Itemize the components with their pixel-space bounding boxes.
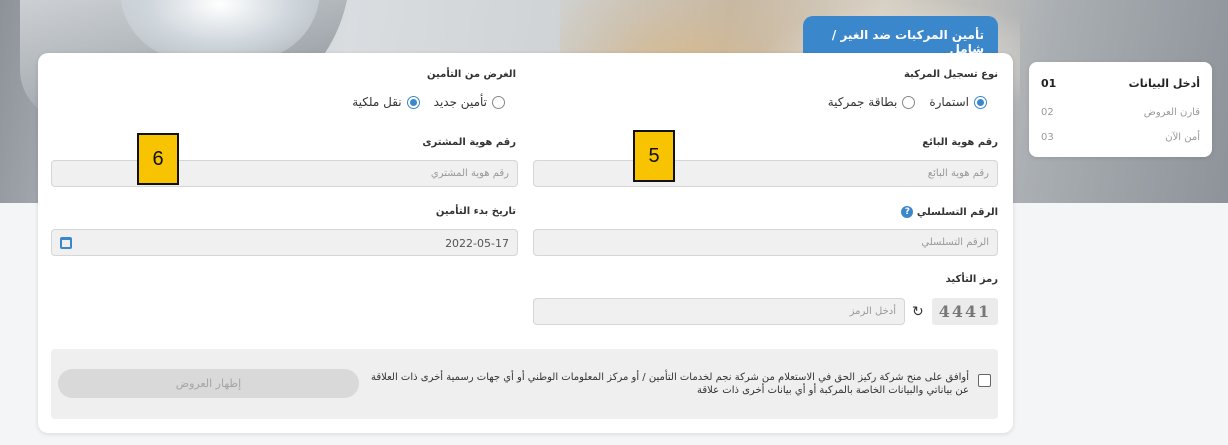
seller-id-input[interactable]: رقم هوية البائع <box>533 160 998 187</box>
registration-type-label: نوع تسجيل المركبة <box>903 69 998 80</box>
seller-id-label: رقم هوية البائع <box>922 137 998 148</box>
annotation-marker-5: 5 <box>633 130 675 182</box>
steps-panel: 01 أدخل البيانات 02 قارن العروض 03 أمن ا… <box>1029 62 1212 157</box>
step-label: قارن العروض <box>1143 107 1200 118</box>
buyer-id-label: رقم هوية المشترى <box>422 137 516 148</box>
radio-new-insurance[interactable]: تأمين جديد <box>434 95 505 109</box>
start-date-input[interactable]: 2022-05-17 <box>51 229 518 256</box>
step-label: أدخل البيانات <box>1128 77 1200 90</box>
radio-dot[interactable] <box>902 95 916 109</box>
radio-label: بطاقة جمركية <box>827 95 898 109</box>
radio-dot[interactable] <box>974 95 987 109</box>
refresh-icon[interactable]: ↻ <box>912 305 926 319</box>
radio-label: تأمين جديد <box>433 95 487 109</box>
radio-istimara[interactable]: استمارة <box>929 95 987 109</box>
registration-type-radio-group: استمارة بطاقة جمركية <box>814 95 987 109</box>
calendar-icon[interactable] <box>60 237 72 249</box>
annotation-marker-6: 6 <box>137 133 179 185</box>
radio-customs-card[interactable]: بطاقة جمركية <box>828 95 916 109</box>
consent-box: أوافق على منح شركة ركيز الحق في الاستعلا… <box>51 349 998 419</box>
captcha-image: 4441 <box>932 298 998 325</box>
serial-number-label: الرقم التسلسلي ? <box>897 206 998 218</box>
insurance-purpose-radio-group: تأمين جديد نقل ملكية <box>338 95 505 109</box>
start-date-value: 2022-05-17 <box>445 237 509 250</box>
radio-label: نقل ملكية <box>352 95 402 109</box>
step-number: 03 <box>1041 132 1054 143</box>
radio-ownership-transfer[interactable]: نقل ملكية <box>352 95 420 109</box>
serial-number-input[interactable]: الرقم التسلسلي <box>533 229 998 256</box>
captcha-input[interactable]: أدخل الرمز <box>533 298 905 325</box>
buyer-id-input[interactable]: رقم هوية المشتري <box>51 160 518 187</box>
start-date-label: تاريخ بدء التأمين <box>435 206 516 217</box>
consent-text: أوافق على منح شركة ركيز الحق في الاستعلا… <box>371 372 969 396</box>
step-label: أمن الآن <box>1165 132 1200 143</box>
radio-dot[interactable] <box>406 95 420 109</box>
insurance-purpose-label: الغرض من التأمين <box>427 69 516 80</box>
radio-dot[interactable] <box>492 95 505 109</box>
help-icon[interactable]: ? <box>901 206 914 218</box>
show-offers-button[interactable]: إظهار العروض <box>58 369 359 398</box>
consent-checkbox[interactable] <box>978 374 991 387</box>
radio-label: استمارة <box>929 95 969 109</box>
step-number: 01 <box>1041 77 1057 90</box>
step-number: 02 <box>1041 107 1054 118</box>
serial-number-text: الرقم التسلسلي <box>916 207 998 218</box>
captcha-label: رمز التأكيد <box>945 274 998 285</box>
